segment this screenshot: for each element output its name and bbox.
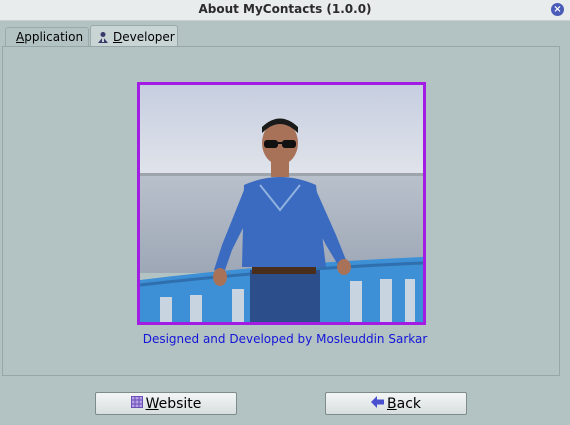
title-bar: About MyContacts (1.0.0) × — [0, 0, 570, 21]
tab-application[interactable]: Application — [5, 27, 89, 46]
developer-photo — [137, 82, 426, 325]
credit-caption: Designed and Developed by Mosleuddin Sar… — [142, 332, 428, 346]
grid-icon — [130, 395, 143, 412]
tab-application-label: Application — [16, 30, 84, 44]
close-icon[interactable]: × — [551, 3, 564, 16]
developer-icon — [97, 31, 109, 43]
arrow-left-icon — [371, 395, 384, 412]
back-button-label: Back — [387, 395, 421, 412]
window-title: About MyContacts (1.0.0) — [198, 2, 372, 16]
website-button[interactable]: Website — [95, 392, 237, 415]
tab-developer[interactable]: Developer — [90, 25, 178, 47]
website-button-label: Website — [145, 395, 202, 412]
tab-developer-label: Developer — [113, 29, 175, 44]
back-button[interactable]: Back — [325, 392, 467, 415]
